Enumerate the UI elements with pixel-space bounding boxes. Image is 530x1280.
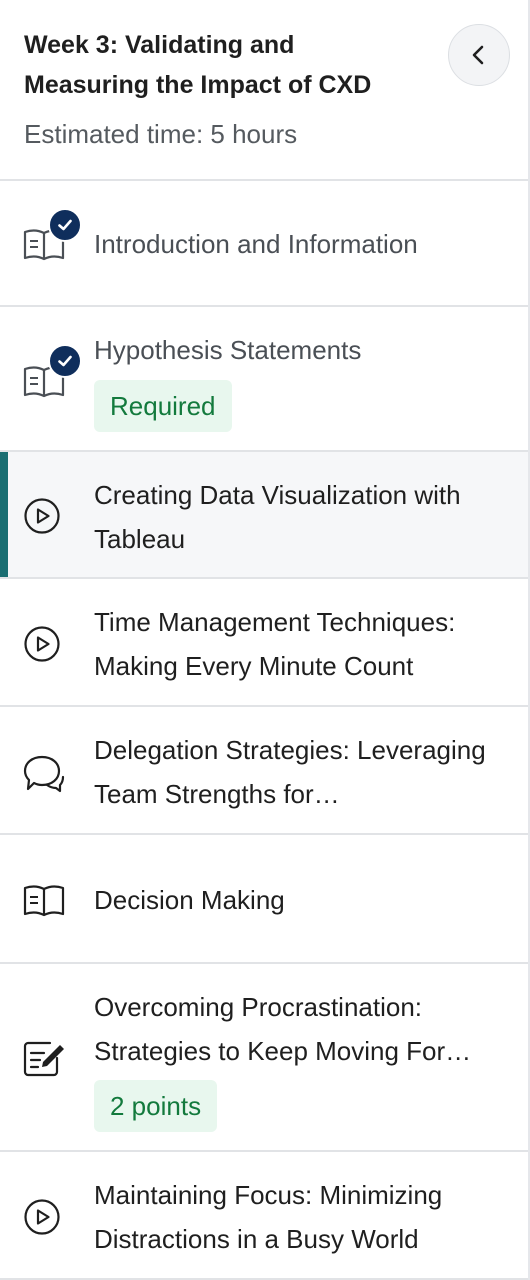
item-title: Creating Data Visualization with Tableau <box>94 480 461 554</box>
item-title: Delegation Strategies: Leveraging Team S… <box>94 735 486 809</box>
outline-item-overcoming-procrastination[interactable]: Overcoming Procrastination: Strategies t… <box>0 964 528 1152</box>
chevron-left-icon <box>472 45 484 65</box>
item-title: Hypothesis Statements <box>94 335 362 365</box>
outline-item-introduction[interactable]: Introduction and Information <box>0 181 528 307</box>
item-title: Decision Making <box>94 885 285 915</box>
week-header: Week 3: Validating and Measuring the Imp… <box>0 0 528 181</box>
video-play-icon <box>24 1199 60 1235</box>
discussion-icon <box>23 755 65 793</box>
outline-item-time-management[interactable]: Time Management Techniques: Making Every… <box>0 579 528 707</box>
completed-check-icon <box>48 208 82 242</box>
completed-check-icon <box>48 344 82 378</box>
item-title: Introduction and Information <box>94 229 418 259</box>
estimated-time: Estimated time: 5 hours <box>24 119 298 149</box>
collapse-panel-button[interactable] <box>448 24 510 86</box>
outline-item-delegation-strategies[interactable]: Delegation Strategies: Leveraging Team S… <box>0 707 528 835</box>
outline-item-data-visualization[interactable]: Creating Data Visualization with Tableau <box>0 452 528 579</box>
course-outline-panel: Week 3: Validating and Measuring the Imp… <box>0 0 530 1280</box>
video-play-icon <box>24 626 60 662</box>
item-title: Overcoming Procrastination: Strategies t… <box>94 992 472 1066</box>
week-title: Week 3: Validating and Measuring the Imp… <box>24 31 372 99</box>
reading-book-icon <box>23 885 65 917</box>
points-badge: 2 points <box>94 1080 218 1132</box>
outline-item-hypothesis-statements[interactable]: Hypothesis Statements Required <box>0 307 528 452</box>
video-play-icon <box>24 498 60 534</box>
item-title: Maintaining Focus: Minimizing Distractio… <box>94 1180 443 1254</box>
item-title: Time Management Techniques: Making Every… <box>94 607 456 681</box>
required-badge: Required <box>94 380 232 432</box>
active-indicator <box>0 452 8 577</box>
outline-item-maintaining-focus[interactable]: Maintaining Focus: Minimizing Distractio… <box>0 1152 528 1280</box>
outline-item-decision-making[interactable]: Decision Making <box>0 835 528 964</box>
assignment-edit-icon <box>23 1041 64 1077</box>
